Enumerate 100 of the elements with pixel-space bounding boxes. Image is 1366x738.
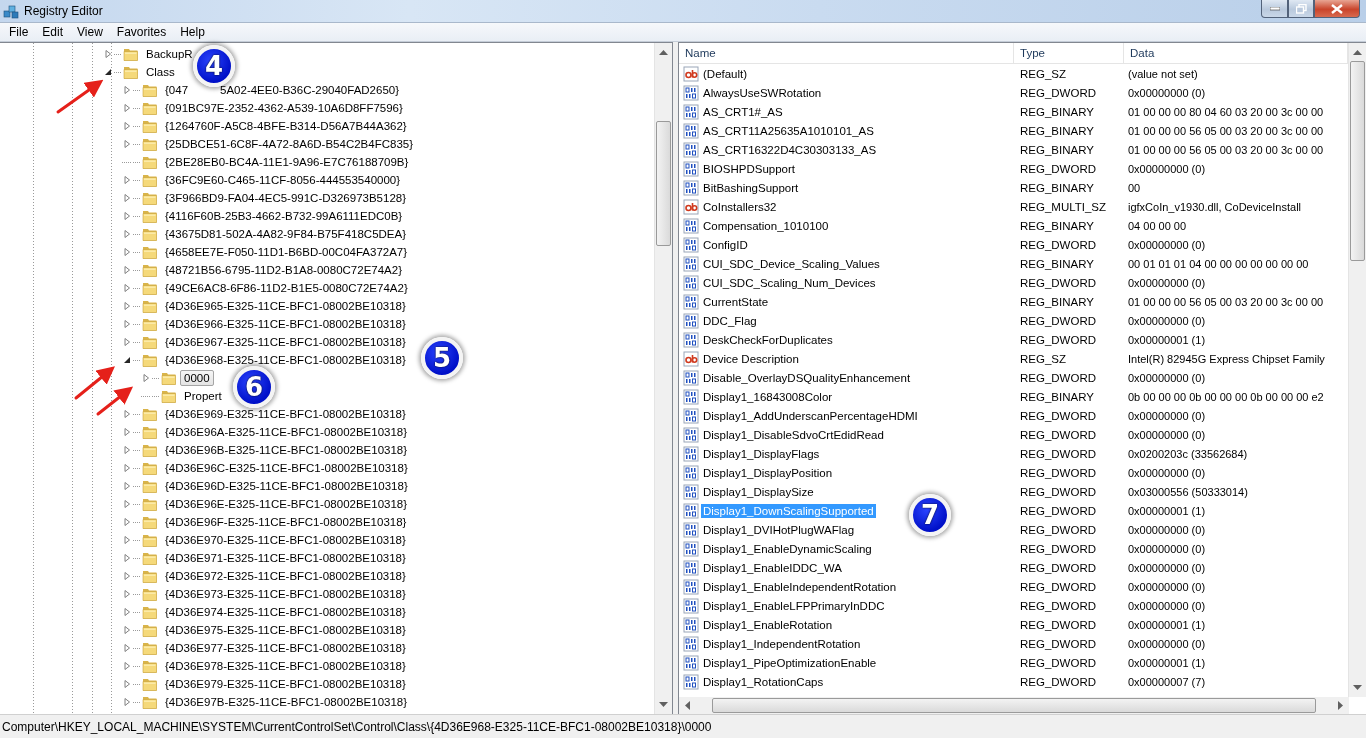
value-name[interactable]: Display1_EnableIndependentRotation [701,579,899,594]
menu-item[interactable]: File [2,25,36,39]
expand-arrow-icon[interactable] [122,319,132,329]
scroll-thumb[interactable] [712,698,1316,713]
expand-arrow-icon[interactable] [122,103,132,113]
value-name[interactable]: CoInstallers32 [701,199,779,214]
left-arrow-icon[interactable] [684,701,690,710]
value-name[interactable]: Display1_AddUnderscanPercentageHDMI [701,408,920,423]
expand-arrow-icon[interactable] [122,463,132,473]
value-name[interactable]: Display1_EnableLFPPrimaryInDDC [701,598,887,613]
value-name[interactable]: Display1_EnableRotation [701,617,835,632]
expand-arrow-icon[interactable] [122,409,132,419]
tree-item[interactable]: {4D36E975-E325-11CE-BFC1-08002BE10318} [161,622,410,638]
expand-arrow-icon[interactable] [103,49,113,59]
expand-arrow-icon[interactable] [122,625,132,635]
value-name[interactable]: BitBashingSupport [701,180,801,195]
tree-item[interactable]: {4D36E971-E325-11CE-BFC1-08002BE10318} [161,550,410,566]
value-name[interactable]: Display1_DisplayPosition [701,465,835,480]
expand-arrow-icon[interactable] [122,247,132,257]
tree-item[interactable]: {4D36E968-E325-11CE-BFC1-08002BE10318} [161,352,410,368]
value-name[interactable]: Display1_DisableSdvoCrtEdidRead [701,427,886,442]
up-arrow-icon[interactable] [659,49,668,55]
value-name[interactable]: Disable_OverlayDSQualityEnhancement [701,370,913,385]
tree-item[interactable]: {1264760F-A5C8-4BFE-B314-D56A7B44A362} [161,118,411,134]
tree-item[interactable]: {4D36E966-E325-11CE-BFC1-08002BE10318} [161,316,410,332]
expand-arrow-icon[interactable] [122,553,132,563]
value-name[interactable]: Display1_IndependentRotation [701,636,863,651]
value-name[interactable]: DeskCheckForDuplicates [701,332,835,347]
value-name[interactable]: AS_CRT16322D4C30303133_AS [701,142,879,157]
tree-item[interactable]: {4D36E977-E325-11CE-BFC1-08002BE10318} [161,640,410,656]
value-name[interactable]: CUI_SDC_Device_Scaling_Values [701,256,882,271]
down-arrow-icon[interactable] [1353,685,1362,691]
expand-arrow-icon[interactable] [122,643,132,653]
value-name[interactable]: Display1_DisplaySize [701,484,816,499]
column-header[interactable]: Data [1124,43,1348,64]
expand-arrow-icon[interactable] [122,265,132,275]
tree-item[interactable]: {4D36E978-E325-11CE-BFC1-08002BE10318} [161,658,410,674]
vertical-scrollbar[interactable] [654,43,672,714]
menu-item[interactable]: Edit [35,25,71,39]
tree-item[interactable]: Propert [180,388,226,404]
expand-arrow-icon[interactable] [141,373,151,383]
value-name[interactable]: Display1_DisplayFlags [701,446,822,461]
vertical-scrollbar[interactable] [1348,43,1366,697]
value-name[interactable]: Display1_16843008Color [701,389,835,404]
tree-item[interactable]: {4D36E96F-E325-11CE-BFC1-08002BE10318} [161,514,411,530]
expand-arrow-icon[interactable] [122,481,132,491]
tree-item[interactable]: {4658EE7E-F050-11D1-B6BD-00C04FA372A7} [161,244,412,260]
scroll-thumb[interactable] [1350,61,1365,261]
tree-item[interactable]: {4D36E974-E325-11CE-BFC1-08002BE10318} [161,604,410,620]
value-name[interactable]: DDC_Flag [701,313,759,328]
value-name[interactable]: AS_CRT11A25635A1010101_AS [701,123,876,138]
value-name[interactable]: Display1_PipeOptimizationEnable [701,655,879,670]
tree-item[interactable]: {4D36E973-E325-11CE-BFC1-08002BE10318} [161,586,410,602]
tree-item[interactable]: {4D36E979-E325-11CE-BFC1-08002BE10318} [161,676,410,692]
expand-arrow-icon[interactable] [122,427,132,437]
menu-item[interactable]: View [70,25,110,39]
expand-arrow-icon[interactable] [122,193,132,203]
expand-arrow-icon[interactable] [122,301,132,311]
expand-arrow-icon[interactable] [122,445,132,455]
tree-item[interactable]: {4D36E97B-E325-11CE-BFC1-08002BE10318} [161,694,412,710]
tree-item[interactable]: {25DBCE51-6C8F-4A72-8A6D-B54C2B4FC835} [161,136,418,152]
tree-item[interactable]: {4116F60B-25B3-4662-B732-99A6111EDC0B} [161,208,407,224]
tree-item[interactable]: Class [142,64,179,80]
tree-item[interactable]: {4D36E965-E325-11CE-BFC1-08002BE10318} [161,298,410,314]
expand-arrow-icon[interactable] [122,517,132,527]
expand-arrow-icon[interactable] [122,211,132,221]
expand-arrow-icon[interactable] [122,85,132,95]
expand-arrow-icon[interactable] [122,679,132,689]
expand-arrow-icon[interactable] [122,283,132,293]
tree-item[interactable]: {49CE6AC8-6F86-11D2-B1E5-0080C72E74A2} [161,280,412,296]
tree-item[interactable]: {4D36E96B-E325-11CE-BFC1-08002BE10318} [161,442,412,458]
collapse-arrow-icon[interactable] [122,355,132,365]
collapse-arrow-icon[interactable] [103,67,113,77]
expand-arrow-icon[interactable] [122,175,132,185]
value-name[interactable]: Display1_EnableDynamicScaling [701,541,874,556]
value-name[interactable]: CurrentState [701,294,771,309]
tree-item[interactable]: {2BE28EB0-BC4A-11E1-9A96-E7C76188709B} [161,154,413,170]
maximize-button[interactable] [1288,0,1314,18]
column-header[interactable]: Name [679,43,1014,64]
expand-arrow-icon[interactable] [122,139,132,149]
expand-arrow-icon[interactable] [122,661,132,671]
tree-item[interactable]: {047 [161,82,193,98]
expand-arrow-icon[interactable] [122,589,132,599]
close-button[interactable] [1314,0,1360,18]
down-arrow-icon[interactable] [659,702,668,708]
tree-item[interactable]: {4D36E972-E325-11CE-BFC1-08002BE10318} [161,568,410,584]
tree-item[interactable]: {4D36E967-E325-11CE-BFC1-08002BE10318} [161,334,410,350]
up-arrow-icon[interactable] [1353,49,1362,55]
tree-item[interactable]: {3F966BD9-FA04-4EC5-991C-D326973B5128} [161,190,411,206]
value-name[interactable]: BIOSHPDSupport [701,161,798,176]
value-name[interactable]: AlwaysUseSWRotation [701,85,824,100]
menu-item[interactable]: Help [173,25,212,39]
expand-arrow-icon[interactable] [122,337,132,347]
expand-arrow-icon[interactable] [122,499,132,509]
tree-item[interactable]: 0000 [180,370,214,386]
tree-item[interactable]: {4D36E96D-E325-11CE-BFC1-08002BE10318} [161,478,412,494]
tree-item[interactable]: {36FC9E60-C465-11CF-8056-444553540000} [161,172,405,188]
expand-arrow-icon[interactable] [122,535,132,545]
tree-item[interactable]: {48721B56-6795-11D2-B1A8-0080C72E74A2} [161,262,406,278]
value-name[interactable]: (Default) [701,66,750,81]
